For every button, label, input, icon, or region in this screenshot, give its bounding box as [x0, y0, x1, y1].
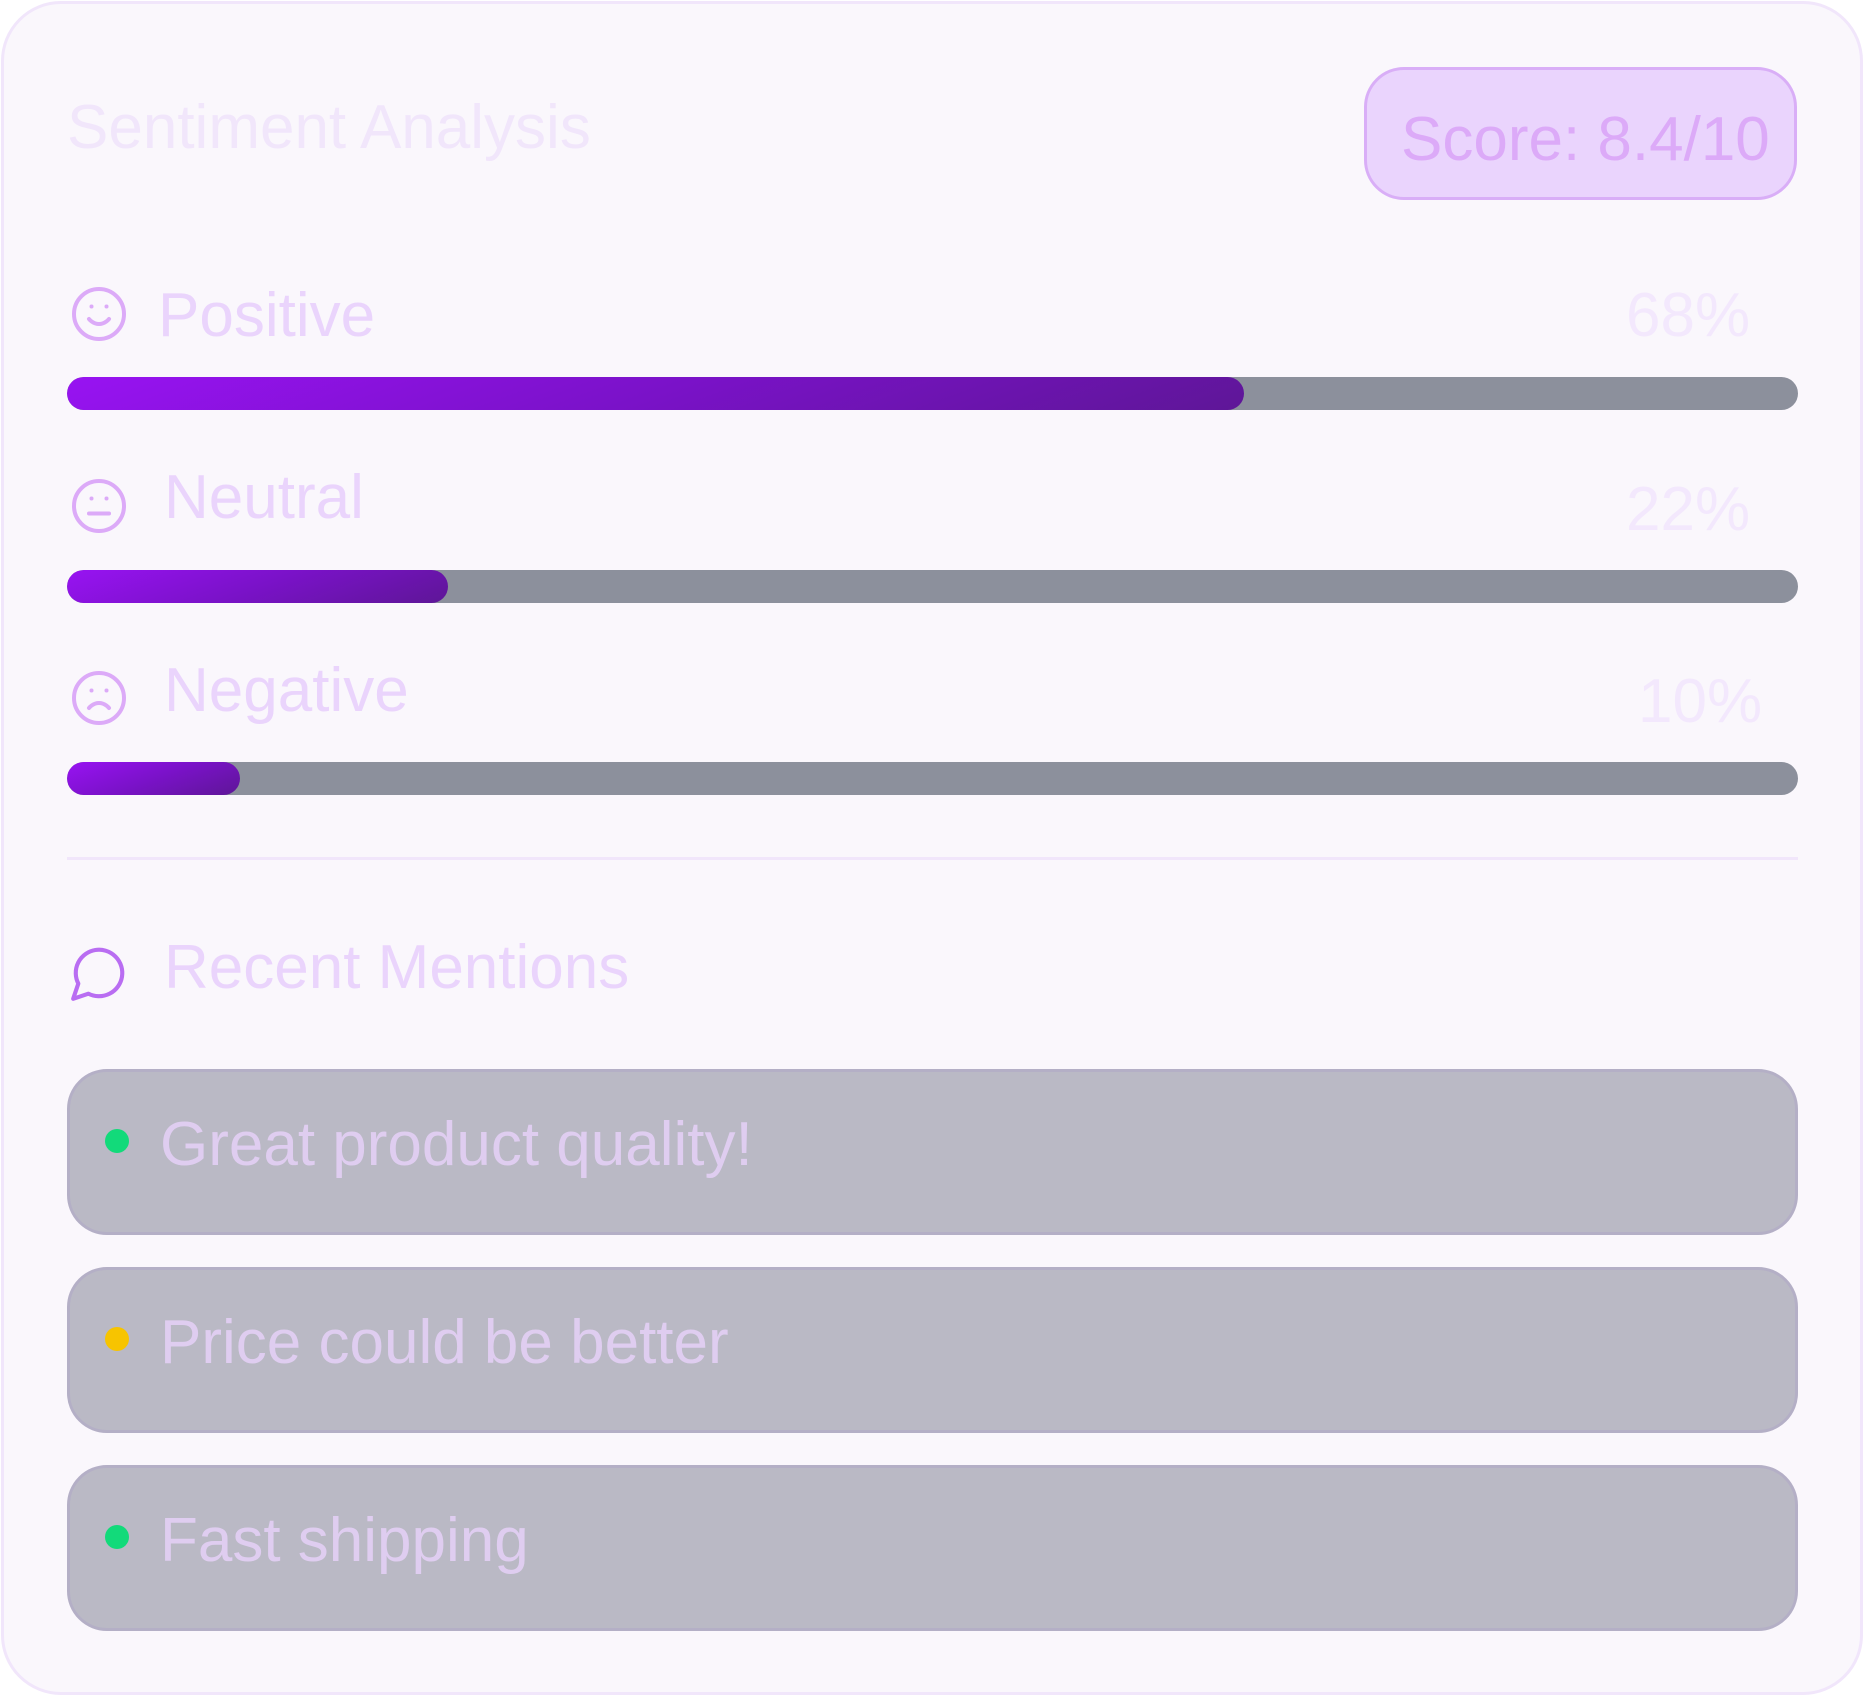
mention-text: Fast shipping [160, 1506, 529, 1575]
status-dot [105, 1525, 129, 1549]
sentiment-label-negative: Negative [164, 656, 409, 725]
status-dot [105, 1327, 129, 1351]
sentiment-label-positive: Positive [158, 281, 376, 350]
progress-fill-negative [67, 762, 241, 795]
score-badge: Score: 8.4/10 [1364, 67, 1797, 200]
neutral-face-icon [69, 476, 129, 536]
progress-fill-neutral [67, 570, 448, 603]
progress-track-neutral [67, 570, 1798, 603]
score-label: Score: 8.4/10 [1401, 105, 1770, 174]
recent-mentions-title: Recent Mentions [164, 933, 630, 1002]
status-dot [105, 1129, 129, 1153]
mention-text: Great product quality! [160, 1110, 753, 1179]
smile-icon [69, 284, 129, 344]
frown-icon [69, 668, 129, 728]
sentiment-percent-neutral: 22% [1626, 475, 1751, 544]
sentiment-percent-negative: 10% [1638, 667, 1763, 736]
message-circle-icon [68, 942, 130, 1009]
mention-item[interactable]: Price could be better [67, 1267, 1798, 1433]
progress-track-negative [67, 762, 1798, 795]
mention-item[interactable]: Great product quality! [67, 1069, 1798, 1235]
progress-track-positive [67, 377, 1798, 410]
mention-item[interactable]: Fast shipping [67, 1465, 1798, 1631]
card-title: Sentiment Analysis [67, 93, 591, 162]
sentiment-label-neutral: Neutral [164, 463, 364, 532]
progress-fill-positive [67, 377, 1245, 410]
sentiment-percent-positive: 68% [1626, 281, 1751, 350]
section-divider [67, 857, 1798, 860]
mention-text: Price could be better [160, 1308, 729, 1377]
sentiment-card [1, 1, 1863, 1695]
